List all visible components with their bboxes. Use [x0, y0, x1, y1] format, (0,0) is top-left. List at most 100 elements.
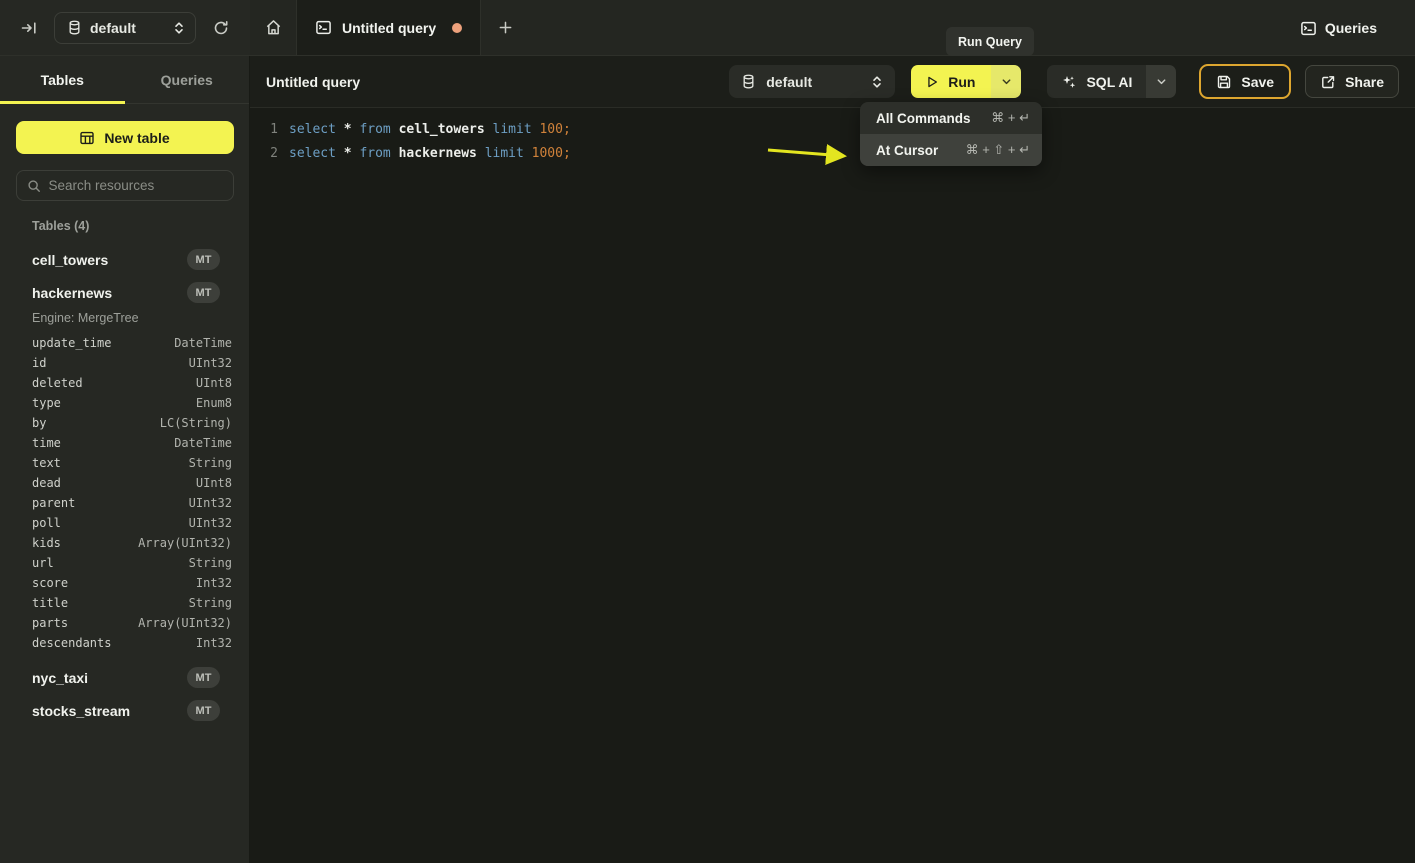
- new-table-button[interactable]: New table: [16, 121, 234, 154]
- queries-button-label: Queries: [1325, 20, 1377, 36]
- column-name: by: [32, 416, 160, 430]
- tab-untitled-query[interactable]: Untitled query: [296, 0, 481, 55]
- sql-token: *: [336, 146, 359, 161]
- unsaved-changes-dot: [452, 23, 462, 33]
- column-type: String: [189, 556, 232, 570]
- sql-ai-label: SQL AI: [1086, 74, 1132, 90]
- table-name: cell_towers: [32, 252, 187, 268]
- sql-token: hackernews: [391, 146, 485, 161]
- column-name: parts: [32, 616, 138, 630]
- tab-label: Untitled query: [342, 20, 436, 36]
- column-type: Array(UInt32): [138, 536, 232, 550]
- run-options-menu: All Commands⌘ + ↵At Cursor⌘ + ⇧ + ↵: [860, 102, 1042, 166]
- menu-item-shortcut: ⌘ + ↵: [991, 110, 1030, 126]
- column-row[interactable]: parentUInt32: [0, 493, 249, 513]
- column-name: parent: [32, 496, 189, 510]
- column-name: url: [32, 556, 189, 570]
- sql-token: *: [336, 122, 359, 137]
- share-button[interactable]: Share: [1305, 65, 1399, 98]
- sql-ai-button[interactable]: SQL AI: [1047, 65, 1146, 98]
- column-row[interactable]: pollUInt32: [0, 513, 249, 533]
- table-name: stocks_stream: [32, 703, 187, 719]
- column-name: update_time: [32, 336, 174, 350]
- column-row[interactable]: idUInt32: [0, 353, 249, 373]
- run-options-caret[interactable]: [991, 65, 1021, 98]
- top-bar: default: [0, 0, 1415, 56]
- search-resources-input[interactable]: [49, 178, 226, 193]
- column-row[interactable]: update_timeDateTime: [0, 333, 249, 353]
- chevron-down-icon: [1001, 76, 1012, 87]
- table-row[interactable]: nyc_taxiMT: [0, 661, 249, 694]
- sql-token: from: [359, 146, 390, 161]
- sql-ai-caret[interactable]: [1146, 65, 1176, 98]
- topbar-left-section: default: [0, 0, 250, 55]
- run-query-tooltip: Run Query: [946, 27, 1034, 56]
- table-name: hackernews: [32, 285, 187, 301]
- column-type: UInt32: [189, 516, 232, 530]
- save-button[interactable]: Save: [1199, 64, 1291, 99]
- column-row[interactable]: scoreInt32: [0, 573, 249, 593]
- column-type: LC(String): [160, 416, 232, 430]
- line-number: 2: [250, 146, 278, 161]
- menu-item-at-cursor[interactable]: At Cursor⌘ + ⇧ + ↵: [860, 134, 1042, 166]
- column-name: descendants: [32, 636, 196, 650]
- column-row[interactable]: deletedUInt8: [0, 373, 249, 393]
- database-selector-top[interactable]: default: [54, 12, 196, 44]
- sidebar-tab-tables[interactable]: Tables: [0, 56, 125, 103]
- column-row[interactable]: kidsArray(UInt32): [0, 533, 249, 553]
- refresh-button[interactable]: [206, 13, 236, 43]
- share-icon: [1320, 74, 1336, 90]
- column-row[interactable]: descendantsInt32: [0, 633, 249, 653]
- editor-line[interactable]: 2select * from hackernews limit 1000;: [250, 141, 1415, 165]
- table-row[interactable]: stocks_streamMT: [0, 694, 249, 727]
- engine-badge: MT: [187, 700, 220, 721]
- table-row[interactable]: cell_towersMT: [0, 243, 249, 276]
- search-resources-box: [16, 170, 234, 201]
- table-row[interactable]: hackernewsMT: [0, 276, 249, 309]
- run-button[interactable]: Run: [911, 65, 991, 98]
- database-selector-toolbar[interactable]: default: [729, 65, 895, 98]
- column-type: String: [189, 596, 232, 610]
- play-icon: [925, 75, 939, 89]
- column-row[interactable]: urlString: [0, 553, 249, 573]
- column-name: deleted: [32, 376, 196, 390]
- tables-section-label: Tables (4): [32, 219, 249, 233]
- sql-token: select: [289, 122, 336, 137]
- column-name: kids: [32, 536, 138, 550]
- menu-item-all-commands[interactable]: All Commands⌘ + ↵: [860, 102, 1042, 134]
- sql-ai-split-button: SQL AI: [1047, 65, 1176, 98]
- column-row[interactable]: deadUInt8: [0, 473, 249, 493]
- collapse-sidebar-icon: [21, 20, 37, 36]
- column-row[interactable]: titleString: [0, 593, 249, 613]
- column-row[interactable]: byLC(String): [0, 413, 249, 433]
- column-row[interactable]: typeEnum8: [0, 393, 249, 413]
- column-type: Int32: [196, 636, 232, 650]
- column-name: id: [32, 356, 189, 370]
- line-code: select * from cell_towers limit 100;: [289, 122, 571, 137]
- column-row[interactable]: partsArray(UInt32): [0, 613, 249, 633]
- sql-editor[interactable]: 1select * from cell_towers limit 100;2se…: [250, 108, 1415, 165]
- table-icon: [79, 130, 95, 146]
- query-toolbar: Untitled query default: [250, 56, 1415, 108]
- column-row[interactable]: timeDateTime: [0, 433, 249, 453]
- menu-item-label: At Cursor: [876, 143, 958, 158]
- table-name: nyc_taxi: [32, 670, 187, 686]
- column-name: type: [32, 396, 196, 410]
- line-number: 1: [250, 122, 278, 137]
- sidebar-tabs: Tables Queries: [0, 56, 249, 104]
- new-tab-button[interactable]: [481, 0, 529, 55]
- chevron-down-icon: [1156, 76, 1167, 87]
- column-row[interactable]: textString: [0, 453, 249, 473]
- engine-badge: MT: [187, 249, 220, 270]
- queries-button[interactable]: Queries: [1300, 0, 1377, 56]
- search-icon: [27, 179, 41, 193]
- new-table-label: New table: [104, 130, 169, 146]
- sidebar-tab-queries[interactable]: Queries: [125, 56, 250, 103]
- collapse-sidebar-button[interactable]: [14, 13, 44, 43]
- editor-line[interactable]: 1 select * from cell_towers limit 100;: [250, 117, 1415, 141]
- tables-list: cell_towersMThackernewsMTEngine: MergeTr…: [0, 243, 249, 727]
- home-button[interactable]: [250, 0, 296, 55]
- save-button-label: Save: [1241, 74, 1274, 90]
- engine-badge: MT: [187, 282, 220, 303]
- share-button-label: Share: [1345, 74, 1384, 90]
